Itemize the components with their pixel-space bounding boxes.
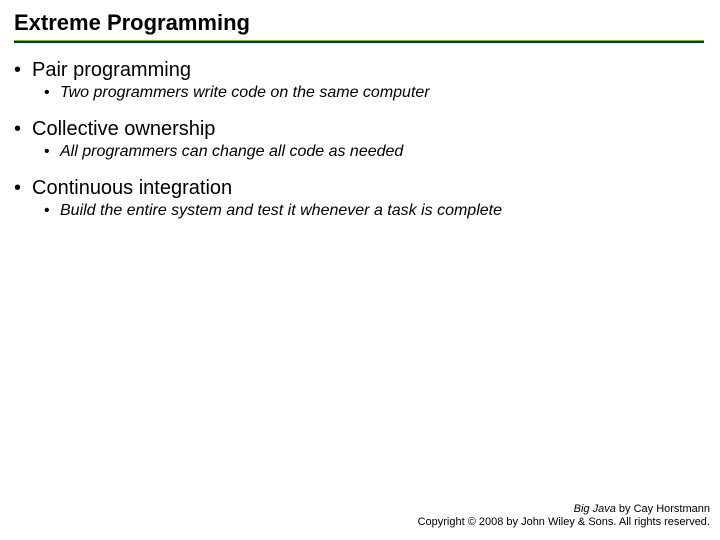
bullet-dot-icon: • xyxy=(44,143,60,161)
bullet-heading-text: Continuous integration xyxy=(32,177,232,199)
sub-bullet-list: •All programmers can change all code as … xyxy=(14,143,704,161)
sub-list-item: •All programmers can change all code as … xyxy=(44,143,704,161)
bullet-heading-text: Collective ownership xyxy=(32,118,215,140)
slide-title: Extreme Programming xyxy=(14,10,704,40)
bullet-heading: •Continuous integration xyxy=(14,177,704,200)
bullet-dot-icon: • xyxy=(14,118,32,141)
bullet-dot-icon: • xyxy=(14,177,32,200)
sub-list-item: •Build the entire system and test it whe… xyxy=(44,202,704,220)
bullet-dot-icon: • xyxy=(44,84,60,102)
sub-bullet-text: Build the entire system and test it when… xyxy=(60,202,502,219)
footer-book-title: Big Java xyxy=(574,503,616,515)
sub-list-item: •Two programmers write code on the same … xyxy=(44,84,704,102)
bullet-heading: •Pair programming xyxy=(14,59,704,82)
sub-bullet-text: Two programmers write code on the same c… xyxy=(60,84,430,101)
footer-byline: by Cay Horstmann xyxy=(616,503,710,515)
bullet-heading-text: Pair programming xyxy=(32,59,191,81)
footer-line-1: Big Java by Cay Horstmann xyxy=(418,503,710,517)
list-item: •Collective ownership •All programmers c… xyxy=(14,118,704,161)
sub-bullet-list: •Build the entire system and test it whe… xyxy=(14,202,704,220)
bullet-list: •Pair programming •Two programmers write… xyxy=(14,59,704,220)
bullet-dot-icon: • xyxy=(44,202,60,220)
title-underline xyxy=(14,40,704,43)
list-item: •Pair programming •Two programmers write… xyxy=(14,59,704,102)
slide: Extreme Programming •Pair programming •T… xyxy=(0,0,720,540)
sub-bullet-list: •Two programmers write code on the same … xyxy=(14,84,704,102)
sub-bullet-text: All programmers can change all code as n… xyxy=(60,143,403,160)
list-item: •Continuous integration •Build the entir… xyxy=(14,177,704,220)
footer-copyright: Copyright © 2008 by John Wiley & Sons. A… xyxy=(418,516,710,530)
bullet-heading: •Collective ownership xyxy=(14,118,704,141)
bullet-dot-icon: • xyxy=(14,59,32,82)
footer: Big Java by Cay Horstmann Copyright © 20… xyxy=(418,503,710,531)
